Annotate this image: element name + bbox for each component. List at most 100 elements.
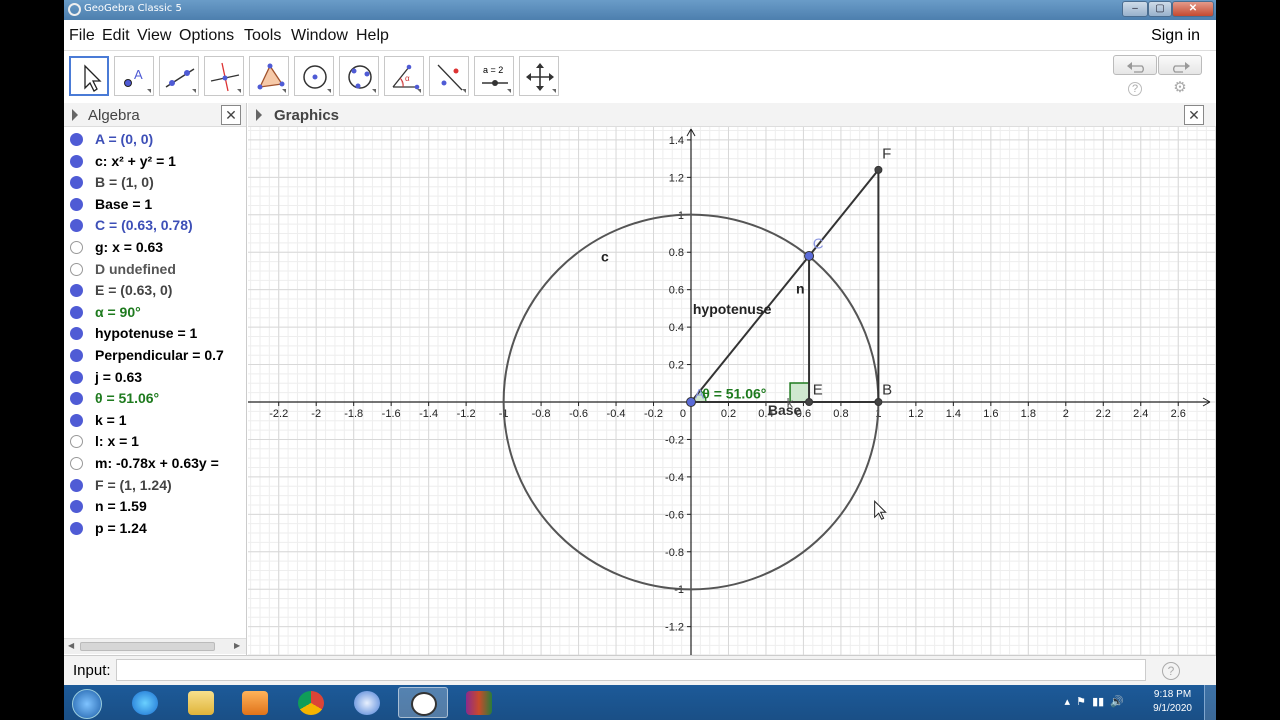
algebra-item[interactable]: α = 90° <box>64 302 246 323</box>
algebra-item[interactable]: hypotenuse = 1 <box>64 323 246 344</box>
graphics-canvas[interactable]: -2.2 -2 -1.8 -1.6 -1.4 -1.2 -1 -0.8 -0.6 -0.4 -0.2… <box>248 103 1216 655</box>
menu-edit[interactable]: Edit <box>102 27 130 45</box>
visibility-toggle-icon[interactable] <box>70 133 83 146</box>
algebra-item[interactable]: p = 1.24 <box>64 518 246 539</box>
sign-in-link[interactable]: Sign in <box>1151 27 1200 45</box>
show-desktop-button[interactable] <box>1204 685 1216 720</box>
geogebra-window: GeoGebra Classic 5 – ▢ ✕ File Edit View … <box>64 0 1216 720</box>
close-window-button[interactable]: ✕ <box>1172 1 1214 17</box>
x-tick-label: -2 <box>311 408 321 420</box>
input-field[interactable] <box>116 659 1146 681</box>
chrome-taskbar-button[interactable] <box>286 687 336 718</box>
menu-view[interactable]: View <box>137 27 171 45</box>
expand-arrow-icon[interactable] <box>256 109 262 121</box>
algebra-horizontal-scrollbar[interactable]: ◀ ▶ <box>64 638 246 654</box>
visibility-toggle-icon[interactable] <box>70 392 83 406</box>
algebra-item[interactable]: j = 0.63 <box>64 367 246 388</box>
geogebra-taskbar-button[interactable] <box>398 687 448 718</box>
algebra-item[interactable]: E = (0.63, 0) <box>64 280 246 301</box>
algebra-item[interactable]: m: -0.78x + 0.63y = <box>64 453 246 474</box>
algebra-item[interactable]: D undefined <box>64 259 246 280</box>
winrar-icon <box>466 691 492 715</box>
visibility-toggle-icon[interactable] <box>70 370 83 384</box>
visibility-toggle-icon[interactable] <box>70 241 83 254</box>
algebra-item[interactable]: C = (0.63, 0.78) <box>64 215 246 236</box>
point-tool-button[interactable]: A <box>114 56 154 96</box>
menu-file[interactable]: File <box>69 27 95 45</box>
visibility-toggle-icon[interactable] <box>70 521 83 535</box>
visibility-toggle-icon[interactable] <box>70 435 83 449</box>
media-player-taskbar-button[interactable] <box>230 687 280 718</box>
polygon-tool-button[interactable] <box>249 56 289 96</box>
clock[interactable]: 9:18 PM 9/1/2020 <box>1153 688 1192 716</box>
angle-tool-button[interactable]: α <box>384 56 424 96</box>
reflect-tool-button[interactable] <box>429 56 469 96</box>
move-graphics-view-tool-button[interactable] <box>519 56 559 96</box>
conic-tool-button[interactable] <box>339 56 379 96</box>
visibility-toggle-icon[interactable] <box>70 284 83 298</box>
segment-label-hypotenuse: hypotenuse <box>693 301 772 317</box>
gear-icon[interactable]: ⚙ <box>1173 80 1187 95</box>
scroll-left-icon[interactable]: ◀ <box>68 641 74 650</box>
close-algebra-button[interactable]: ✕ <box>221 105 241 125</box>
media-player-icon <box>242 691 268 715</box>
algebra-item[interactable]: k = 1 <box>64 410 246 431</box>
algebra-item[interactable]: A = (0, 0) <box>64 129 246 150</box>
scrollbar-thumb[interactable] <box>80 642 215 651</box>
line-tool-button[interactable] <box>159 56 199 96</box>
algebra-item-text: m: -0.78x + 0.63y = <box>95 455 219 471</box>
redo-button[interactable] <box>1158 55 1202 75</box>
expand-arrow-icon[interactable] <box>72 109 78 121</box>
circle-tool-button[interactable] <box>294 56 334 96</box>
visibility-toggle-icon[interactable] <box>70 305 83 319</box>
help-icon[interactable]: ? <box>1128 82 1142 96</box>
graphics-view[interactable]: -2.2 -2 -1.8 -1.6 -1.4 -1.2 -1 -0.8 -0.6 -0.4 -0.2… <box>248 103 1216 655</box>
system-tray[interactable]: ▴ ⚑ ▮▮ 🔊 <box>1064 695 1124 708</box>
visibility-toggle-icon[interactable] <box>70 457 83 470</box>
algebra-item[interactable]: n = 1.59 <box>64 496 246 517</box>
chrome-second-taskbar-button[interactable] <box>342 687 392 718</box>
x-tick-label: -1.8 <box>344 408 363 420</box>
algebra-item[interactable]: g: x = 0.63 <box>64 237 246 258</box>
menu-options[interactable]: Options <box>179 27 234 45</box>
x-tick-label: -0.4 <box>607 408 626 420</box>
visibility-toggle-icon[interactable] <box>70 197 83 211</box>
algebra-item[interactable]: c: x² + y² = 1 <box>64 151 246 172</box>
close-graphics-button[interactable]: ✕ <box>1184 105 1204 125</box>
menu-tools[interactable]: Tools <box>244 27 281 45</box>
input-help-icon[interactable]: ? <box>1162 662 1180 680</box>
menu-help[interactable]: Help <box>356 27 389 45</box>
algebra-item[interactable]: Base = 1 <box>64 194 246 215</box>
algebra-item[interactable]: Perpendicular = 0.7 <box>64 345 246 366</box>
maximize-button[interactable]: ▢ <box>1148 1 1172 17</box>
internet-explorer-taskbar-button[interactable] <box>120 687 170 718</box>
scroll-right-icon[interactable]: ▶ <box>234 641 240 650</box>
visibility-toggle-icon[interactable] <box>70 413 83 427</box>
perpendicular-line-tool-button[interactable] <box>204 56 244 96</box>
undo-button[interactable] <box>1113 55 1157 75</box>
windows-logo-icon <box>72 689 102 719</box>
file-explorer-taskbar-button[interactable] <box>176 687 226 718</box>
visibility-toggle-icon[interactable] <box>70 176 83 190</box>
algebra-item[interactable]: l: x = 1 <box>64 431 246 452</box>
menu-window[interactable]: Window <box>291 27 348 45</box>
algebra-item[interactable]: F = (1, 1.24) <box>64 475 246 496</box>
slider-tool-button[interactable]: a = 2 <box>474 56 514 96</box>
algebra-item[interactable]: θ = 51.06° <box>64 388 246 409</box>
start-button[interactable] <box>64 687 114 719</box>
visibility-toggle-icon[interactable] <box>70 262 83 276</box>
algebra-item[interactable]: B = (1, 0) <box>64 172 246 193</box>
visibility-toggle-icon[interactable] <box>70 349 83 362</box>
point-c <box>804 250 815 261</box>
geogebra-icon <box>411 692 437 716</box>
x-tick-label: 1.6 <box>983 408 998 420</box>
visibility-toggle-icon[interactable] <box>70 219 83 233</box>
visibility-toggle-icon[interactable] <box>70 478 83 492</box>
move-tool-button[interactable] <box>69 56 109 96</box>
menu-bar: File Edit View Options Tools Window Help… <box>64 20 1216 51</box>
minimize-button[interactable]: – <box>1122 1 1148 17</box>
visibility-toggle-icon[interactable] <box>70 154 83 168</box>
visibility-toggle-icon[interactable] <box>70 500 83 514</box>
visibility-toggle-icon[interactable] <box>70 327 83 341</box>
winrar-taskbar-button[interactable] <box>454 687 504 718</box>
